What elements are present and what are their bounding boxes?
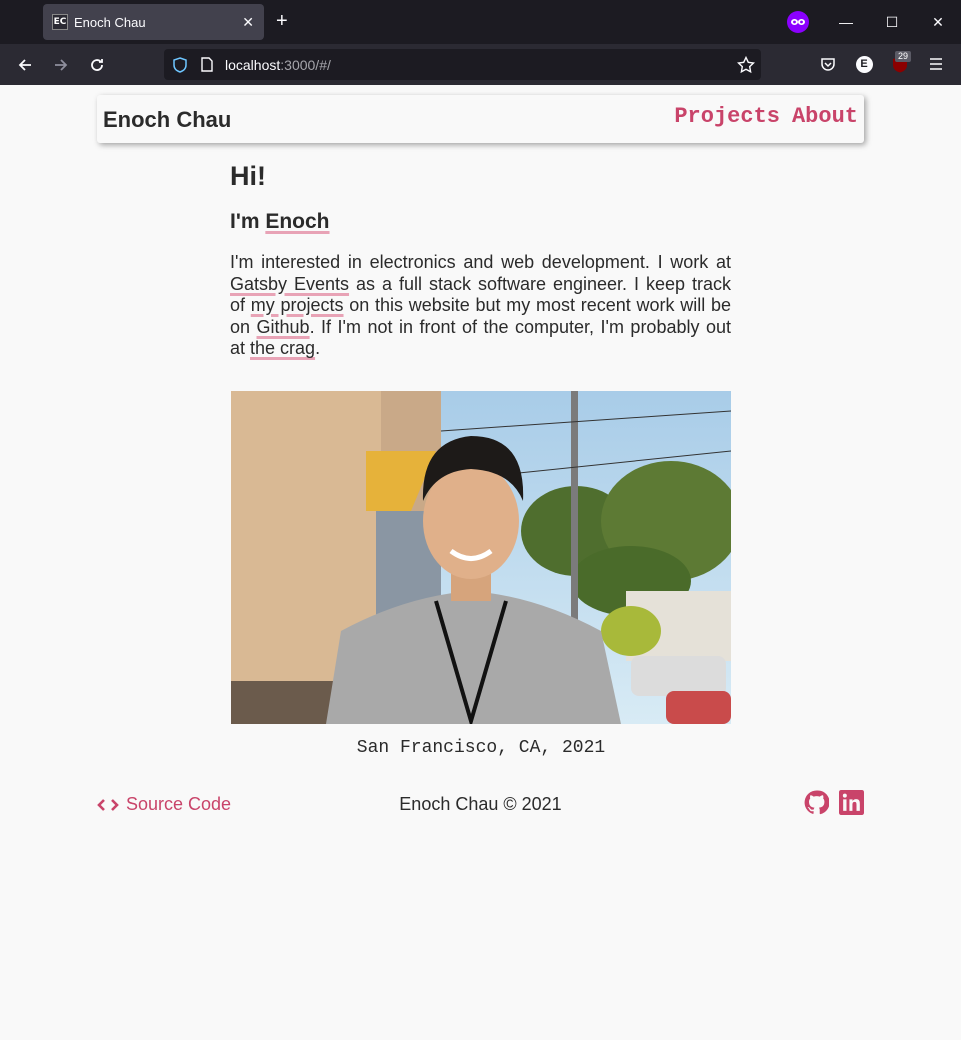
- gatsby-events-link[interactable]: Gatsby Events: [230, 274, 349, 294]
- intro-heading: I'm Enoch: [230, 210, 330, 233]
- extension-e-icon[interactable]: E: [853, 53, 875, 75]
- site-name[interactable]: Enoch Chau: [103, 107, 231, 133]
- browser-chrome: EC Enoch Chau ✕ + — ☐ ✕ localhost:3000/#…: [0, 0, 961, 85]
- github-link[interactable]: Github: [257, 317, 310, 337]
- back-icon[interactable]: [12, 52, 38, 78]
- site-nav: Projects About: [674, 104, 858, 129]
- photo-caption: San Francisco, CA, 2021: [356, 738, 606, 758]
- main-content: Hi! I'm Enoch I'm interested in electron…: [230, 161, 731, 360]
- extension-badge: 29: [895, 51, 912, 62]
- tab-title: Enoch Chau: [74, 14, 146, 30]
- tracking-protection-icon[interactable]: [173, 56, 187, 73]
- page-icon: [201, 57, 213, 72]
- menu-icon[interactable]: [925, 53, 947, 75]
- window-controls: — ☐ ✕: [823, 0, 961, 44]
- tab-favicon: EC: [52, 14, 68, 30]
- greeting-heading: Hi!: [230, 161, 266, 191]
- intro-name: Enoch: [265, 210, 330, 233]
- forward-icon[interactable]: [48, 52, 74, 78]
- new-tab-icon[interactable]: +: [276, 10, 288, 32]
- site-header: Enoch Chau Projects About: [97, 95, 864, 143]
- close-tab-icon[interactable]: ✕: [242, 14, 254, 31]
- maximize-icon[interactable]: ☐: [869, 14, 915, 31]
- web-page: Enoch Chau Projects About Hi! I'm Enoch …: [0, 85, 961, 1040]
- copyright-text: Enoch Chau © 2021: [399, 794, 562, 814]
- site-footer: Source Code Enoch Chau © 2021: [97, 790, 864, 820]
- linkedin-icon[interactable]: [839, 790, 864, 815]
- private-browsing-icon: [787, 11, 809, 33]
- social-links: [804, 790, 864, 815]
- nav-about[interactable]: About: [792, 104, 858, 129]
- bookmark-star-icon[interactable]: [737, 55, 755, 74]
- minimize-icon[interactable]: —: [823, 14, 869, 30]
- pocket-icon[interactable]: [817, 53, 839, 75]
- tab-strip: EC Enoch Chau ✕ + — ☐ ✕: [0, 0, 961, 44]
- profile-photo: [231, 391, 731, 724]
- url-bar[interactable]: localhost:3000/#/: [164, 49, 761, 80]
- browser-toolbar: localhost:3000/#/ E 29: [0, 44, 961, 85]
- my-projects-link[interactable]: my projects: [251, 295, 344, 315]
- nav-projects[interactable]: Projects: [674, 104, 780, 129]
- url-text: localhost:3000/#/: [225, 56, 331, 73]
- the-crag-link[interactable]: the crag: [250, 338, 315, 358]
- browser-tab[interactable]: EC Enoch Chau ✕: [43, 4, 264, 40]
- bio-paragraph: I'm interested in electronics and web de…: [230, 252, 731, 359]
- github-icon[interactable]: [804, 790, 829, 815]
- reload-icon[interactable]: [84, 52, 110, 78]
- close-window-icon[interactable]: ✕: [915, 14, 961, 31]
